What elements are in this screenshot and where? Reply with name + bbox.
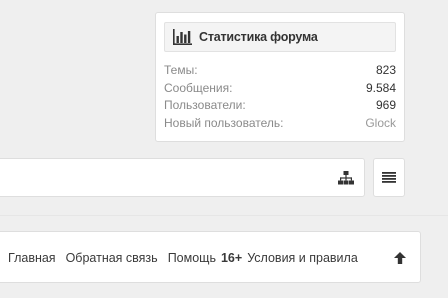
stat-value: 969 [375,98,396,112]
stat-value: 823 [375,63,396,77]
divider [0,215,448,216]
latest-member-link[interactable]: Glock [365,115,396,133]
footer-link-home[interactable]: Главная [8,251,56,265]
footer-link-help[interactable]: Помощь [168,251,216,265]
stat-row-latest-member: Новый пользователь: Glock [164,115,396,133]
sitemap-icon[interactable] [338,171,354,185]
age-rating-badge: 16+ [220,251,243,265]
stat-label: Темы: [164,63,198,77]
footer-links: Главная Обратная связь Помощь 16+ Услови… [8,232,368,284]
stats-header: Статистика форума [164,22,396,52]
stats-list: Темы: 823 Сообщения: 9.584 Пользователи:… [164,62,396,132]
bar-chart-icon [173,29,192,45]
stats-title: Статистика форума [199,30,318,44]
breadcrumb-bar [0,158,365,197]
forum-statistics-panel: Статистика форума Темы: 823 Сообщения: 9… [155,12,405,142]
stat-label: Сообщения: [164,80,233,95]
stat-row-members: Пользователи: 969 [164,97,396,115]
stat-row-threads: Темы: 823 [164,62,396,80]
stat-row-messages: Сообщения: 9.584 [164,80,396,98]
footer-link-terms[interactable]: Условия и правила [247,251,358,265]
stat-label: Новый пользователь: [164,115,284,130]
arrow-up-icon[interactable] [394,252,406,264]
footer-bar: Главная Обратная связь Помощь 16+ Услови… [0,231,421,283]
stat-value: 9.584 [365,80,396,95]
footer-link-feedback[interactable]: Обратная связь [66,251,158,265]
stat-label: Пользователи: [164,98,246,112]
menu-button[interactable] [373,158,405,197]
menu-icon [382,172,396,183]
